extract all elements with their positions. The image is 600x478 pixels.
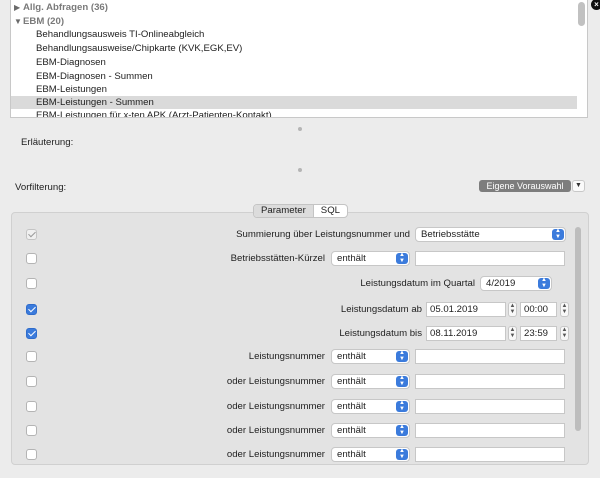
leistungsnummer-operator-value: enthält <box>337 425 366 436</box>
erlaeuterung-label: Erläuterung: <box>21 137 74 148</box>
kuerzel-checkbox[interactable] <box>26 253 37 264</box>
kuerzel-label: Betriebsstätten-Kürzel <box>230 253 325 264</box>
datum-ab-checkbox[interactable] <box>26 304 37 315</box>
datum-bis-time-field[interactable]: 23:59 <box>520 326 557 341</box>
param-row-leistungsnummer: oder Leistungsnummer enthält ▲ ▼ <box>0 423 600 439</box>
eigene-vorauswahl-button[interactable]: Eigene Vorauswahl <box>479 180 571 192</box>
param-row-leistungsnummer: oder Leistungsnummer enthält ▲ ▼ <box>0 399 600 415</box>
leistungsnummer-input[interactable] <box>415 399 565 414</box>
param-row-kuerzel: Betriebsstätten-Kürzel enthält ▲ ▼ <box>0 251 600 267</box>
select-arrows-icon: ▲ ▼ <box>396 375 408 387</box>
datum-bis-checkbox[interactable] <box>26 328 37 339</box>
query-tree-list[interactable]: ▶ Allg. Abfragen (36) ▼EBM (20) Behandlun… <box>10 0 588 118</box>
datum-bis-time-stepper[interactable]: ▲ ▼ <box>560 326 569 341</box>
leistungsnummer-input[interactable] <box>415 447 565 462</box>
leistungsnummer-checkbox[interactable] <box>26 376 37 387</box>
select-arrows-icon: ▲ ▼ <box>552 228 564 240</box>
select-arrows-icon: ▲ ▼ <box>396 400 408 412</box>
kuerzel-input[interactable] <box>415 251 565 266</box>
param-row-quartal: Leistungsdatum im Quartal 4/2019 ▲ ▼ <box>0 276 600 292</box>
param-row-leistungsnummer: Leistungsnummer enthält ▲ ▼ <box>0 349 600 365</box>
param-row-leistungsnummer: oder Leistungsnummer enthält ▲ ▼ <box>0 447 600 463</box>
leistungsnummer-operator-select[interactable]: enthält ▲ ▼ <box>331 447 410 462</box>
leistungsnummer-operator-select[interactable]: enthält ▲ ▼ <box>331 399 410 414</box>
tab-parameter[interactable]: Parameter <box>254 205 313 217</box>
leistungsnummer-operator-value: enthält <box>337 449 366 460</box>
leistungsnummer-operator-select[interactable]: enthält ▲ ▼ <box>331 349 410 364</box>
select-arrows-icon: ▲ ▼ <box>396 350 408 362</box>
group-allg-abfragen[interactable]: ▶ Allg. Abfragen (36) <box>11 1 577 14</box>
group-label: EBM (20) <box>23 16 65 27</box>
datum-ab-date-stepper[interactable]: ▲ ▼ <box>508 302 517 317</box>
quartal-label: Leistungsdatum im Quartal <box>360 278 475 289</box>
kuerzel-operator-value: enthält <box>337 253 366 264</box>
summierung-checkbox <box>26 229 37 240</box>
list-item[interactable]: Behandlungsausweise/Chipkarte (KVK,EGK,E… <box>11 42 577 55</box>
leistungsnummer-input[interactable] <box>415 349 565 364</box>
list-scrollbar[interactable] <box>578 2 585 26</box>
disclosure-down-icon[interactable]: ▼ <box>14 15 23 28</box>
group-ebm[interactable]: ▼EBM (20) <box>11 15 577 28</box>
list-item[interactable]: Behandlungsausweis TI-Onlineabgleich <box>11 28 577 41</box>
summierung-value: Betriebsstätte <box>421 229 480 240</box>
select-arrows-icon: ▲ ▼ <box>538 277 550 289</box>
close-icon[interactable]: × <box>591 0 600 10</box>
leistungsnummer-checkbox[interactable] <box>26 425 37 436</box>
parameter-sql-tabs: Parameter SQL <box>253 204 348 218</box>
leistungsnummer-label: oder Leistungsnummer <box>226 401 325 412</box>
datum-bis-label: Leistungsdatum bis <box>339 328 422 339</box>
param-row-datum-bis: Leistungsdatum bis 08.11.2019 ▲ ▼ 23:59 ▲… <box>0 326 600 342</box>
list-item[interactable]: EBM-Leistungen <box>11 83 577 96</box>
leistungsnummer-checkbox[interactable] <box>26 351 37 362</box>
tab-sql[interactable]: SQL <box>312 205 347 217</box>
leistungsnummer-label: Leistungsnummer <box>248 351 325 362</box>
quartal-value: 4/2019 <box>486 278 516 289</box>
datum-ab-time-stepper[interactable]: ▲ ▼ <box>560 302 569 317</box>
datum-bis-date-stepper[interactable]: ▲ ▼ <box>508 326 517 341</box>
disclosure-right-icon[interactable]: ▶ <box>14 1 23 14</box>
leistungsnummer-checkbox[interactable] <box>26 449 37 460</box>
leistungsnummer-operator-value: enthält <box>337 376 366 387</box>
select-arrows-icon: ▲ ▼ <box>396 424 408 436</box>
param-row-datum-ab: Leistungsdatum ab 05.01.2019 ▲ ▼ 00:00 ▲ ▼ <box>0 302 600 318</box>
leistungsnummer-label: oder Leistungsnummer <box>226 425 325 436</box>
leistungsnummer-operator-value: enthält <box>337 351 366 362</box>
chevron-down-icon[interactable]: ▼ <box>572 180 585 192</box>
leistungsnummer-input[interactable] <box>415 423 565 438</box>
param-row-leistungsnummer: oder Leistungsnummer enthält ▲ ▼ <box>0 374 600 390</box>
leistungsnummer-label: oder Leistungsnummer <box>226 449 325 460</box>
select-arrows-icon: ▲ ▼ <box>396 448 408 460</box>
param-row-summierung: Summierung über Leistungsnummer und Betr… <box>0 227 600 243</box>
datum-ab-time-field[interactable]: 00:00 <box>520 302 557 317</box>
splitter-handle[interactable] <box>298 168 302 172</box>
quartal-select[interactable]: 4/2019 ▲ ▼ <box>480 276 552 291</box>
leistungsnummer-operator-select[interactable]: enthält ▲ ▼ <box>331 423 410 438</box>
splitter-handle[interactable] <box>298 127 302 131</box>
kuerzel-operator-select[interactable]: enthält ▲ ▼ <box>331 251 410 266</box>
datum-ab-date-field[interactable]: 05.01.2019 <box>426 302 506 317</box>
parameter-scrollbar[interactable] <box>575 227 581 431</box>
list-item[interactable]: EBM-Leistungen für x-ten APK (Arzt-Patie… <box>11 109 577 117</box>
group-label: Allg. Abfragen (36) <box>23 2 108 13</box>
vorfilterung-label: Vorfilterung: <box>15 182 67 193</box>
datum-ab-label: Leistungsdatum ab <box>340 304 422 315</box>
datum-bis-date-field[interactable]: 08.11.2019 <box>426 326 506 341</box>
summierung-select[interactable]: Betriebsstätte ▲ ▼ <box>415 227 566 242</box>
leistungsnummer-operator-select[interactable]: enthält ▲ ▼ <box>331 374 410 389</box>
list-item-selected[interactable]: EBM-Leistungen - Summen <box>11 96 577 109</box>
quartal-checkbox[interactable] <box>26 278 37 289</box>
leistungsnummer-label: oder Leistungsnummer <box>226 376 325 387</box>
leistungsnummer-input[interactable] <box>415 374 565 389</box>
leistungsnummer-operator-value: enthält <box>337 401 366 412</box>
select-arrows-icon: ▲ ▼ <box>396 252 408 264</box>
leistungsnummer-checkbox[interactable] <box>26 401 37 412</box>
list-item[interactable]: EBM-Diagnosen - Summen <box>11 70 577 83</box>
summierung-label: Summierung über Leistungsnummer und <box>236 229 410 240</box>
list-item[interactable]: EBM-Diagnosen <box>11 56 577 69</box>
